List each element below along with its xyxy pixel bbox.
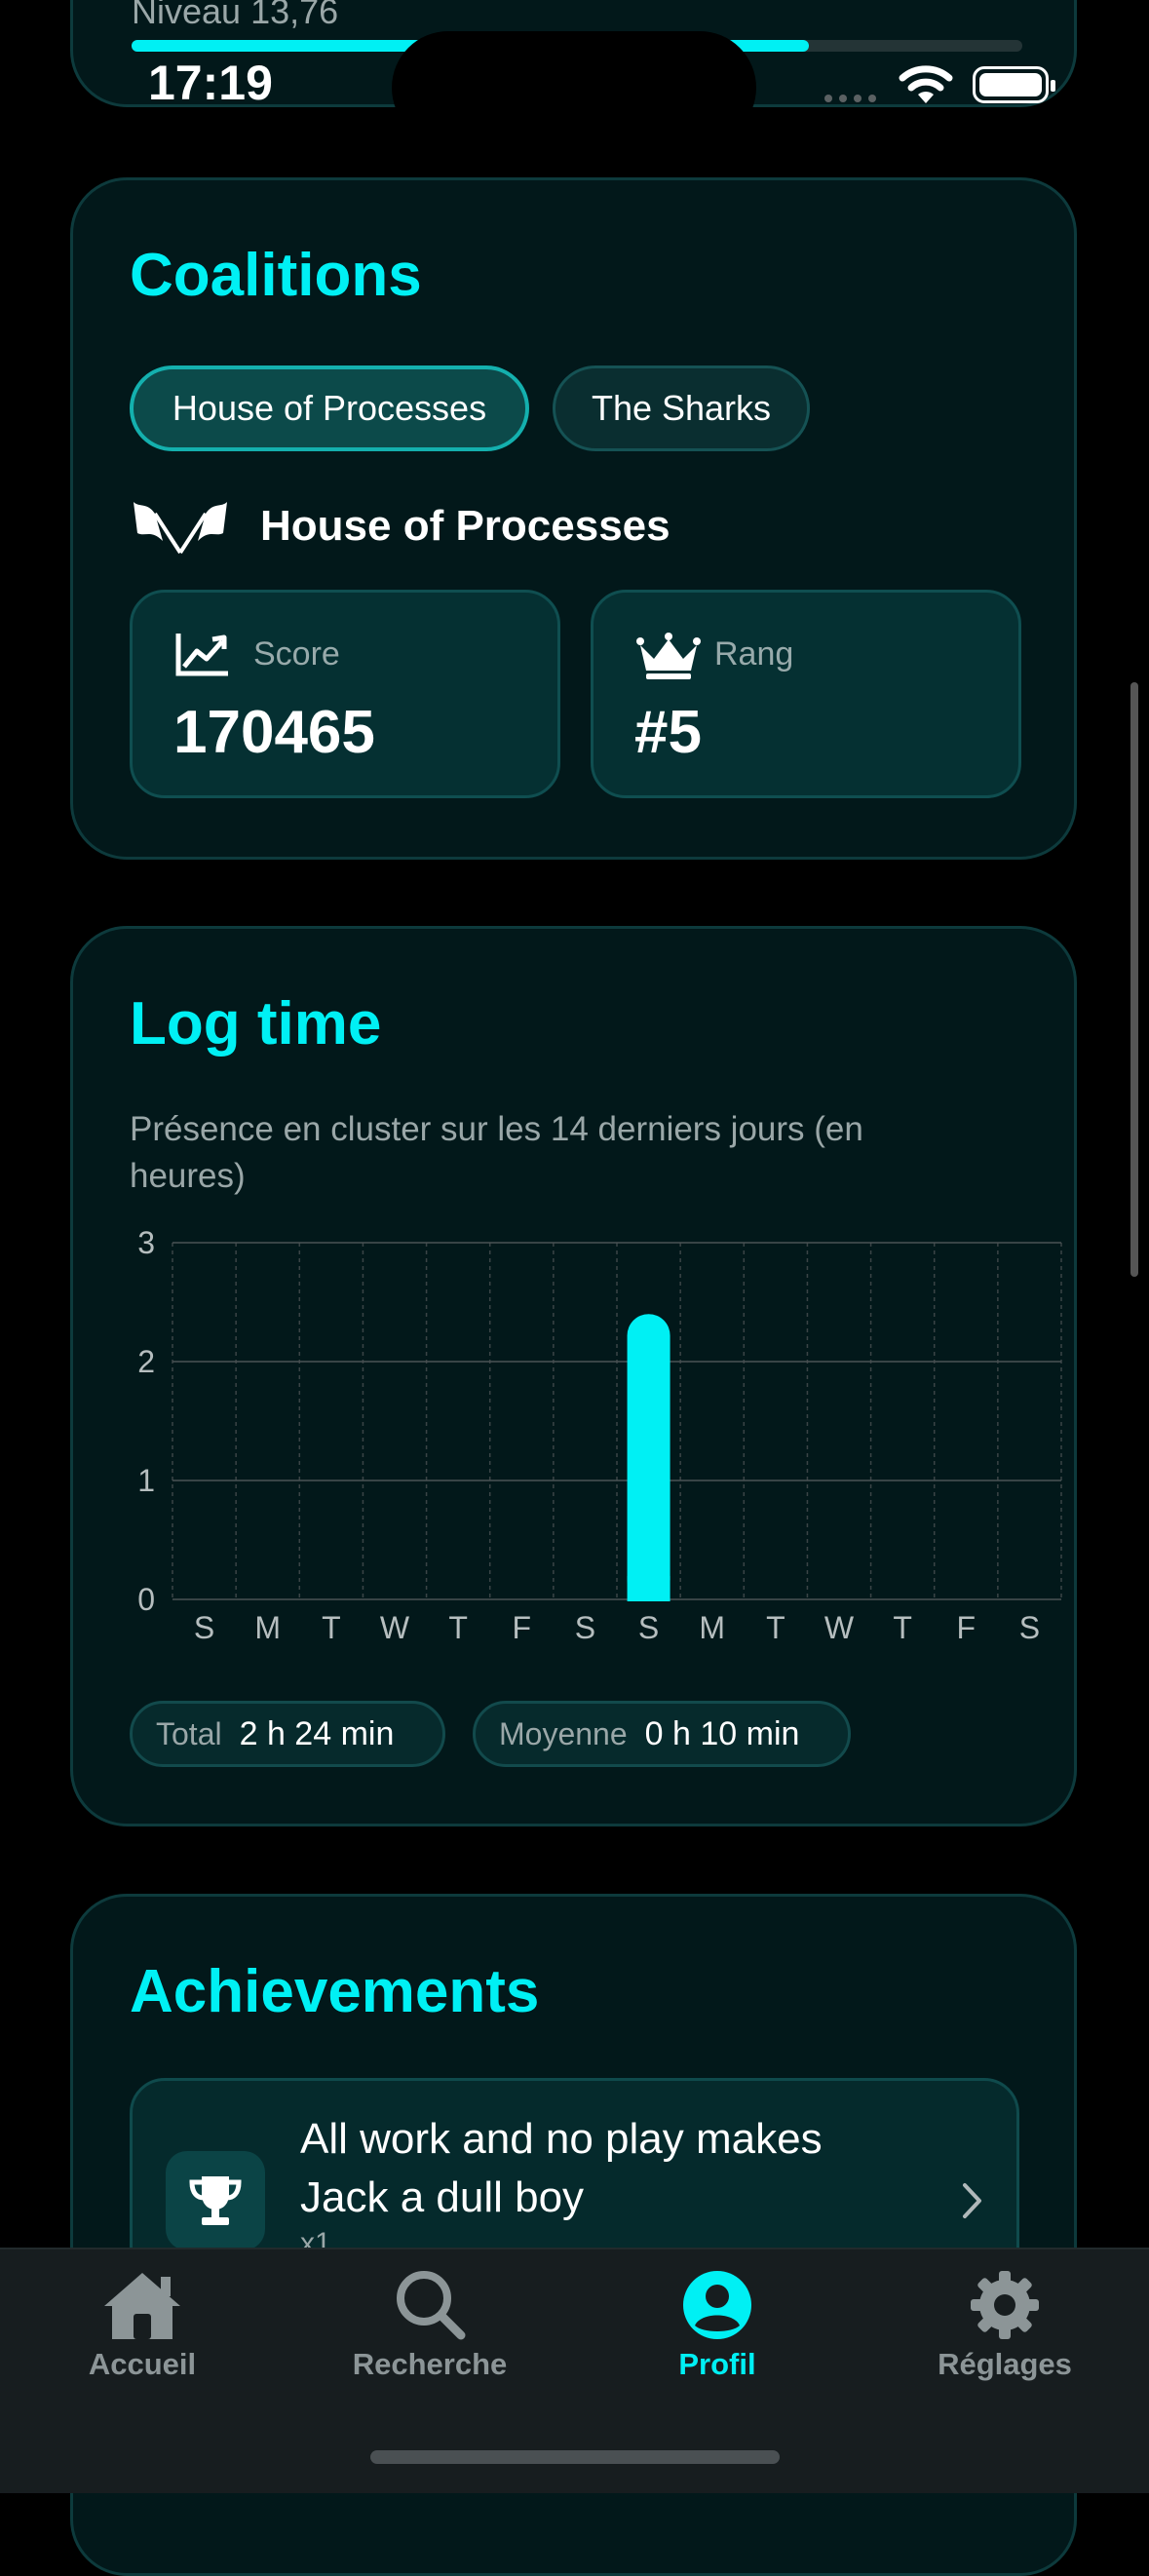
status-time: 17:19 [148,56,273,110]
tab-recherche[interactable]: Recherche [313,2269,547,2415]
coalition-name: House of Processes [260,502,670,550]
wifi-icon [899,65,953,103]
person-circle-icon [683,2271,751,2339]
rank-tile: Rang #5 [591,590,1021,798]
cellular-signal-icon [824,95,876,102]
coalitions-title: Coalitions [130,242,422,309]
chart-y-tick-label: 2 [137,1344,155,1379]
chart-x-tick-label: M [699,1610,725,1640]
chart-x-tick-label: S [1019,1610,1040,1640]
total-value: 2 h 24 min [239,1714,395,1752]
chart-y-tick-label: 0 [137,1582,155,1617]
crown-icon [636,633,701,679]
chart-y-tick-label: 3 [137,1231,155,1260]
log-time-chart: 0 1 2 3 S M T W T F S S M T W T F S [137,1231,1062,1640]
home-indicator [370,2450,780,2464]
chart-x-tick-label: T [322,1610,341,1640]
chart-bar [627,1314,670,1601]
coalitions-card: Coalitions House of Processes The Sharks… [70,177,1077,860]
tab-recherche-label: Recherche [352,2347,508,2381]
chart-x-tick-label: W [824,1610,855,1640]
log-time-card: Log time Présence en cluster sur les 14 … [70,926,1077,1826]
chart-x-tick-label: S [638,1610,659,1640]
chevron-right-icon [963,2183,981,2218]
magnifying-glass-icon [397,2271,466,2340]
chart-x-tick-label: M [254,1610,281,1640]
chart-line-uptrend-icon [175,634,228,676]
dynamic-island [392,31,756,144]
coalition-tab-house-of-processes[interactable]: House of Processes [130,365,529,451]
scroll-indicator[interactable] [1130,682,1138,1277]
level-text: Niveau 13,76 [132,0,339,31]
tab-accueil-label: Accueil [88,2347,197,2381]
tab-accueil[interactable]: Accueil [25,2269,259,2415]
chart-x-tick-label: W [380,1610,410,1640]
chart-x-tick-label: F [513,1610,532,1640]
score-value: 170465 [173,699,375,766]
score-tile: Score 170465 [130,590,560,798]
chart-x-tick-label: T [448,1610,468,1640]
chart-x-tick-label: S [575,1610,595,1640]
tab-profil[interactable]: Profil [600,2269,834,2415]
chart-x-tick-label: F [957,1610,977,1640]
total-pill: Total 2 h 24 min [130,1701,445,1767]
rank-label: Rang [714,635,794,673]
coalition-tab-the-sharks[interactable]: The Sharks [553,365,810,451]
trophy-icon [166,2151,265,2250]
achievement-title: All work and no play makes Jack a dull b… [300,2115,823,2221]
battery-icon [973,66,1055,103]
house-icon [104,2273,180,2339]
chart-x-tick-label: S [194,1610,214,1640]
chart-y-tick-label: 1 [137,1463,155,1498]
score-label: Score [253,635,340,673]
total-label: Total [156,1715,222,1751]
tab-profil-label: Profil [678,2347,756,2381]
crossed-flags-icon [134,502,227,555]
tab-reglages-label: Réglages [938,2347,1072,2381]
tab-reglages[interactable]: Réglages [888,2269,1122,2415]
chart-bar-base [627,1576,670,1601]
gear-icon [971,2271,1039,2339]
rank-value: #5 [634,699,702,766]
log-time-subtitle: Présence en cluster sur les 14 derniers … [130,1110,863,1195]
chart-x-tick-label: T [766,1610,785,1640]
average-value: 0 h 10 min [644,1714,800,1752]
achievements-title: Achievements [130,1958,540,2025]
chart-x-tick-label: T [893,1610,912,1640]
average-pill: Moyenne 0 h 10 min [473,1701,851,1767]
log-time-title: Log time [130,990,382,1057]
average-label: Moyenne [499,1715,628,1751]
